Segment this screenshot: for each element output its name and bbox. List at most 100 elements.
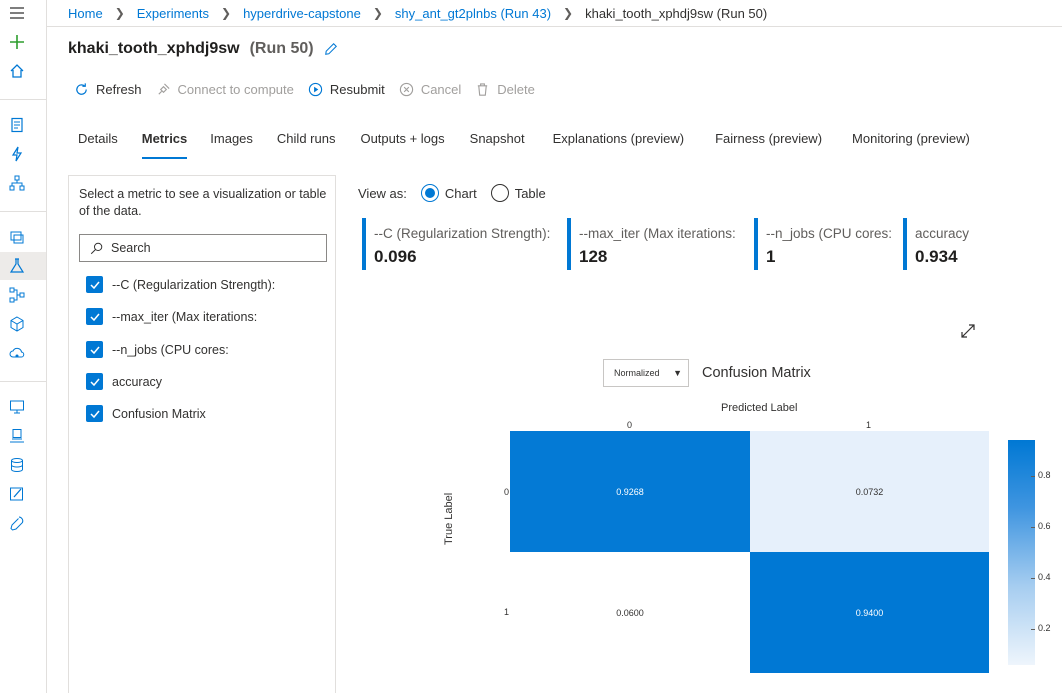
tab-images[interactable]: Images [210, 131, 253, 159]
metric-label: --max_iter (Max iterations: [112, 309, 258, 324]
metric-checkbox-n-jobs[interactable]: --n_jobs (CPU cores: [86, 341, 229, 358]
tab-label: Metrics [141, 131, 188, 146]
row-tick-0: 0 [504, 487, 510, 497]
refresh-label: Refresh [96, 82, 142, 97]
play-circle-icon [308, 82, 323, 97]
left-nav-rail [0, 0, 47, 693]
plus-new-icon[interactable] [8, 33, 26, 51]
col-tick-1: 1 [866, 420, 872, 430]
notebooks-icon[interactable] [8, 116, 26, 134]
toolbar: Refresh Connect to compute Resubmit Canc… [74, 82, 549, 97]
tab-monitoring[interactable]: Monitoring (preview) [852, 131, 970, 159]
metric-card-label: --n_jobs (CPU cores: [766, 226, 893, 241]
colorbar-tick: 0.6 [1031, 521, 1051, 531]
delete-button[interactable]: Delete [475, 82, 535, 97]
hamburger-menu-icon[interactable] [8, 4, 26, 22]
cancel-label: Cancel [420, 82, 462, 97]
metrics-selector-panel: Select a metric to see a visualization o… [68, 175, 336, 693]
edit-pencil-icon[interactable] [324, 42, 338, 56]
expand-icon[interactable] [960, 323, 976, 339]
checkbox-checked-icon[interactable] [86, 405, 103, 422]
metric-search-input[interactable]: Search [79, 234, 327, 262]
metric-card-value: 0.934 [915, 247, 958, 266]
colorbar-tick: 0.4 [1031, 572, 1051, 582]
caret-down-icon: ▼ [673, 368, 682, 378]
metric-checkbox-accuracy[interactable]: accuracy [86, 373, 162, 390]
home-icon[interactable] [8, 62, 26, 80]
datasets-icon[interactable] [8, 228, 26, 246]
resubmit-button[interactable]: Resubmit [308, 82, 385, 97]
chart-radio-label[interactable]: Chart [445, 186, 477, 201]
colorbar [1008, 440, 1035, 665]
resubmit-label: Resubmit [329, 82, 385, 97]
confusion-matrix-title: Confusion Matrix [702, 365, 811, 381]
colorbar-tick: 0.2 [1031, 623, 1051, 633]
tab-child-runs[interactable]: Child runs [277, 131, 336, 159]
tab-details[interactable]: Details [78, 131, 118, 159]
environments-icon[interactable] [8, 427, 26, 445]
colorbar-tick: 0.8 [1031, 470, 1051, 480]
breadcrumb-home[interactable]: Home [68, 6, 103, 21]
metric-card-n-jobs: --n_jobs (CPU cores: 1 [754, 218, 894, 270]
tab-metrics[interactable]: Metrics [141, 131, 188, 159]
metric-label: Confusion Matrix [112, 406, 206, 421]
run-name: khaki_tooth_xphdj9sw [68, 40, 240, 57]
metric-label: --C (Regularization Strength): [112, 277, 276, 292]
compute-icon[interactable] [8, 398, 26, 416]
chevron-right-icon: ❯ [114, 6, 125, 20]
view-as-toggle: View as: Chart Table [358, 184, 546, 202]
tab-label: Monitoring (preview) [852, 131, 970, 146]
chart-radio[interactable] [420, 184, 439, 202]
checkbox-checked-icon[interactable] [86, 341, 103, 358]
data-labeling-icon[interactable] [8, 485, 26, 503]
connect-to-compute-button[interactable]: Connect to compute [156, 82, 294, 97]
tab-snapshot[interactable]: Snapshot [470, 131, 525, 159]
tab-outputs-logs[interactable]: Outputs + logs [360, 131, 444, 159]
metric-label: --n_jobs (CPU cores: [112, 342, 229, 357]
metric-checkbox-c[interactable]: --C (Regularization Strength): [86, 276, 275, 293]
metrics-hint-text: Select a metric to see a visualization o… [79, 187, 327, 218]
models-icon[interactable] [8, 315, 26, 333]
cancel-circle-icon [399, 82, 413, 97]
tab-label: Explanations (preview) [552, 131, 685, 146]
datastores-icon[interactable] [8, 456, 26, 474]
table-radio[interactable] [490, 184, 509, 202]
metric-label: accuracy [112, 374, 163, 389]
table-radio-label[interactable]: Table [515, 186, 546, 201]
metric-checkbox-confusion-matrix[interactable]: Confusion Matrix [86, 405, 206, 422]
dropdown-value: Normalized [614, 368, 660, 378]
designer-icon[interactable] [8, 174, 26, 192]
metric-card-value: 128 [579, 247, 608, 266]
checkbox-checked-icon[interactable] [86, 373, 103, 390]
tab-label: Outputs + logs [360, 131, 445, 146]
metric-card-label: accuracy [915, 226, 970, 241]
cancel-button[interactable]: Cancel [399, 82, 461, 97]
chevron-right-icon: ❯ [563, 6, 574, 20]
metric-card-value: 0.096 [374, 247, 417, 266]
experiments-icon[interactable] [8, 257, 26, 275]
metric-card-label: --C (Regularization Strength): [374, 226, 551, 241]
breadcrumb-parent-run[interactable]: shy_ant_gt2plnbs (Run 43) [395, 6, 551, 21]
metric-card-max-iter: --max_iter (Max iterations: 128 [567, 218, 745, 270]
breadcrumb-experiments[interactable]: Experiments [137, 6, 209, 21]
chevron-right-icon: ❯ [221, 6, 232, 20]
delete-label: Delete [497, 82, 535, 97]
endpoints-icon[interactable] [8, 344, 26, 362]
metric-card-value: 1 [766, 247, 776, 266]
metric-checkbox-max-iter[interactable]: --max_iter (Max iterations: [86, 308, 257, 325]
tab-explanations[interactable]: Explanations (preview) [553, 131, 685, 159]
normalization-dropdown[interactable]: Normalized ▼ [603, 359, 689, 387]
checkbox-checked-icon[interactable] [86, 308, 103, 325]
pipelines-icon[interactable] [8, 286, 26, 304]
tab-label: Child runs [276, 131, 336, 146]
breadcrumb-experiment[interactable]: hyperdrive-capstone [243, 6, 361, 21]
automated-ml-icon[interactable] [8, 145, 26, 163]
refresh-button[interactable]: Refresh [74, 82, 142, 97]
view-as-label: View as: [358, 185, 407, 201]
tab-label: Fairness (preview) [715, 131, 823, 146]
linked-services-icon[interactable] [8, 514, 26, 532]
tab-fairness[interactable]: Fairness (preview) [715, 131, 822, 159]
trash-icon [478, 83, 488, 96]
checkbox-checked-icon[interactable] [86, 276, 103, 293]
breadcrumb-current-run: khaki_tooth_xphdj9sw (Run 50) [585, 5, 768, 21]
